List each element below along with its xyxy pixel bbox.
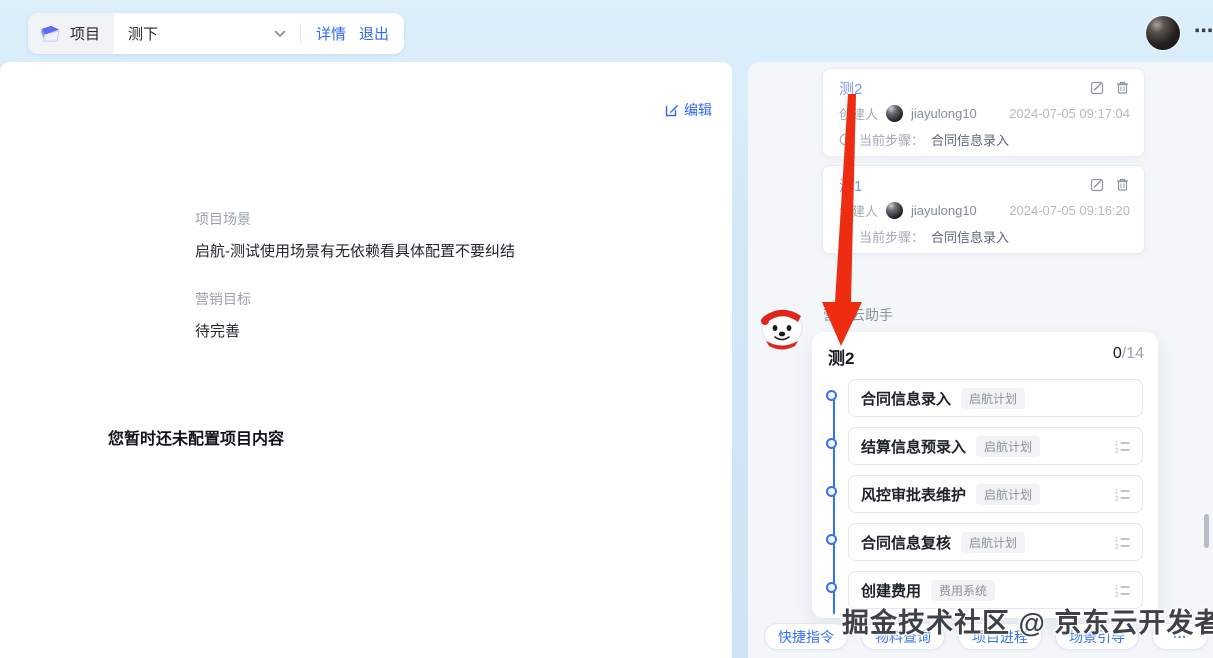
- edit-label: 编辑: [684, 100, 712, 120]
- more-menu-icon[interactable]: ⋯: [1194, 20, 1213, 43]
- trash-icon[interactable]: [1115, 177, 1130, 192]
- plan-title: 测2: [828, 344, 854, 369]
- quick-button-materials[interactable]: 物料查询: [861, 623, 945, 650]
- assistant-mascot-icon: [757, 301, 807, 351]
- topbar: 项目 测下 详情 退出 ⋯: [0, 0, 1213, 62]
- step-item[interactable]: 合同信息复核 启航计划 12: [848, 523, 1143, 561]
- current-step-label: 当前步骤：: [859, 227, 924, 246]
- quick-button-more[interactable]: ⋯: [1152, 623, 1208, 650]
- timeline-node: [826, 582, 837, 593]
- ordered-list-icon[interactable]: 12: [1115, 584, 1130, 597]
- step-item[interactable]: 结算信息预录入 启航计划 12: [848, 427, 1143, 465]
- session-card[interactable]: 测2 创建人 jiayulong10 2024-07-05 09:17:04 当…: [822, 68, 1145, 157]
- step-name: 合同信息录入: [861, 388, 951, 409]
- creator-avatar: [886, 105, 903, 122]
- progress-done: 0: [1113, 345, 1122, 362]
- svg-text:2: 2: [1115, 592, 1119, 596]
- project-folder-icon: [39, 23, 62, 44]
- timeline-node: [826, 390, 837, 401]
- timeline-node: [826, 534, 837, 545]
- quick-button-progress[interactable]: 项目进程: [958, 623, 1042, 650]
- ordered-list-icon[interactable]: 12: [1115, 536, 1130, 549]
- session-title[interactable]: 测1: [839, 175, 862, 196]
- exit-link[interactable]: 退出: [359, 23, 389, 44]
- scene-text: 启航-测试使用场景有无依赖看具体配置不要纠结: [195, 240, 515, 261]
- edit-icon[interactable]: [1090, 177, 1105, 192]
- quick-button-scene-guide[interactable]: 场景引导: [1055, 623, 1139, 650]
- timeline-node: [826, 486, 837, 497]
- current-step-value: 合同信息录入: [931, 130, 1009, 149]
- current-step-label: 当前步骤：: [859, 130, 924, 149]
- step-tag: 启航计划: [961, 388, 1025, 409]
- svg-text:2: 2: [1115, 496, 1119, 500]
- svg-text:2: 2: [1115, 448, 1119, 452]
- user-avatar[interactable]: [1146, 16, 1180, 50]
- step-tag: 启航计划: [976, 484, 1040, 505]
- step-item[interactable]: 风控审批表维护 启航计划 12: [848, 475, 1143, 513]
- quick-action-bar: 快捷指令 物料查询 项目进程 场景引导 ⋯: [764, 623, 1208, 650]
- created-time: 2024-07-05 09:17:04: [1009, 106, 1130, 121]
- session-card[interactable]: 测1 创建人 jiayulong10 2024-07-05 09:16:20 当…: [822, 165, 1145, 254]
- step-name: 合同信息复核: [861, 532, 951, 553]
- step-tag: 费用系统: [931, 580, 995, 601]
- plan-card: 测2 0/14 合同信息录入 启航计划 结算信息预录入 启航计划 12 风控审批…: [812, 332, 1158, 618]
- creator-label: 创建人: [839, 201, 878, 220]
- project-content-panel: 编辑 项目场景 启航-测试使用场景有无依赖看具体配置不要纠结 营销目标 待完善 …: [0, 62, 732, 658]
- svg-text:2: 2: [1115, 544, 1119, 548]
- assistant-panel: 测2 创建人 jiayulong10 2024-07-05 09:17:04 当…: [748, 62, 1213, 658]
- ordered-list-icon[interactable]: 12: [1115, 440, 1130, 453]
- step-tag: 启航计划: [961, 532, 1025, 553]
- goal-text: 待完善: [195, 320, 240, 341]
- scrollbar-thumb[interactable]: [1204, 514, 1209, 548]
- svg-text:1: 1: [1115, 441, 1119, 447]
- project-segment: 项目: [28, 13, 114, 54]
- project-select-value: 测下: [128, 23, 158, 44]
- ordered-list-icon[interactable]: 12: [1115, 488, 1130, 501]
- detail-link[interactable]: 详情: [316, 23, 346, 44]
- timeline-node: [826, 438, 837, 449]
- quick-button-shortcuts[interactable]: 快捷指令: [764, 623, 848, 650]
- empty-hint: 您暂时还未配置项目内容: [108, 425, 284, 449]
- edit-icon: [665, 103, 679, 117]
- project-label: 项目: [70, 23, 100, 44]
- project-switcher: 项目 测下 详情 退出: [28, 13, 404, 54]
- progress-total: /14: [1122, 345, 1144, 362]
- current-step-value: 合同信息录入: [931, 227, 1009, 246]
- step-tag: 启航计划: [976, 436, 1040, 457]
- scene-label: 项目场景: [195, 209, 251, 229]
- edit-icon[interactable]: [1090, 80, 1105, 95]
- creator-name: jiayulong10: [911, 106, 977, 121]
- creator-label: 创建人: [839, 104, 878, 123]
- creator-avatar: [886, 202, 903, 219]
- plan-progress: 0/14: [1113, 345, 1144, 363]
- step-name: 创建费用: [861, 580, 921, 601]
- session-title[interactable]: 测2: [839, 78, 862, 99]
- step-clock-icon: [839, 133, 852, 146]
- svg-text:1: 1: [1115, 489, 1119, 495]
- edit-button[interactable]: 编辑: [665, 100, 712, 120]
- assistant-label: 营销云助手: [823, 305, 893, 325]
- step-item[interactable]: 创建费用 费用系统 12: [848, 571, 1143, 609]
- trash-icon[interactable]: [1115, 80, 1130, 95]
- step-item[interactable]: 合同信息录入 启航计划: [848, 379, 1143, 417]
- svg-text:1: 1: [1115, 537, 1119, 543]
- step-name: 结算信息预录入: [861, 436, 966, 457]
- creator-name: jiayulong10: [911, 203, 977, 218]
- chevron-down-icon: [274, 30, 286, 38]
- project-select[interactable]: 测下: [114, 13, 300, 54]
- goal-label: 营销目标: [195, 289, 251, 309]
- created-time: 2024-07-05 09:16:20: [1009, 203, 1130, 218]
- svg-text:1: 1: [1115, 585, 1119, 591]
- step-clock-icon: [839, 230, 852, 243]
- step-name: 风控审批表维护: [861, 484, 966, 505]
